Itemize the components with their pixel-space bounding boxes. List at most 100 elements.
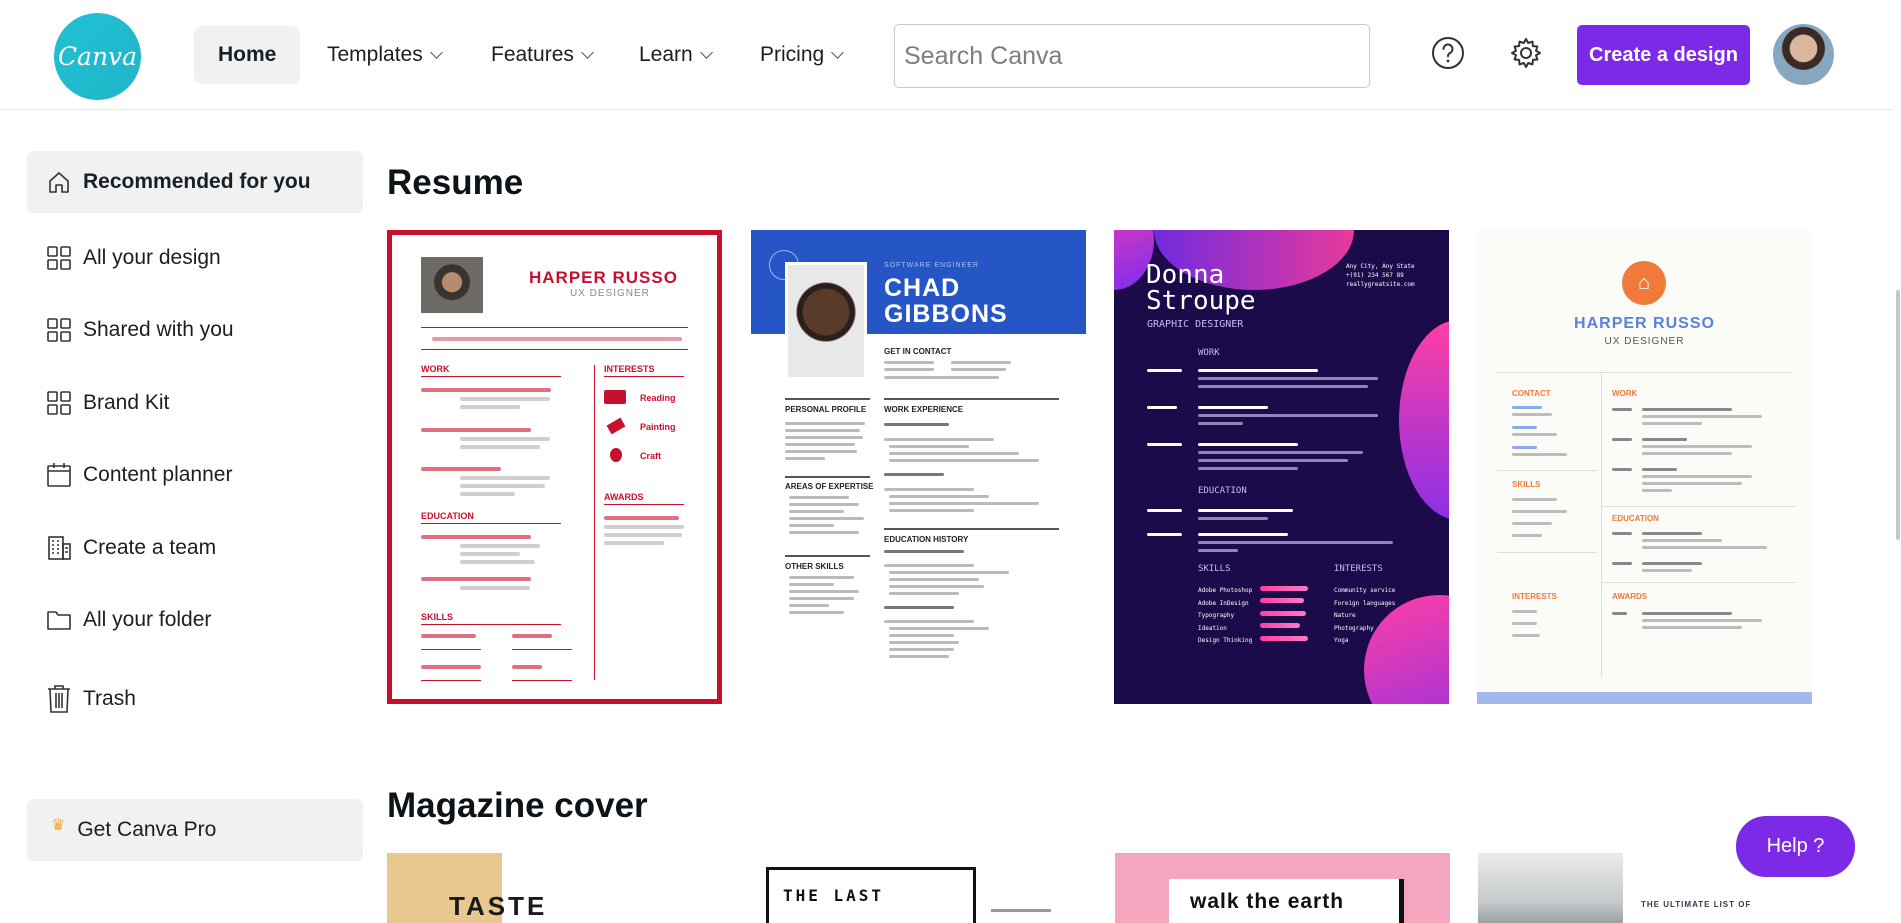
top-header: Canva Home Templates Features Learn Pric… <box>0 0 1901 110</box>
get-canva-pro-button[interactable]: ♛ Get Canva Pro <box>27 799 363 861</box>
nav-templates[interactable]: Templates <box>327 26 443 84</box>
sidebar-item-create-team[interactable]: Create a team <box>27 517 363 579</box>
sidebar-item-label: Brand Kit <box>83 391 170 414</box>
help-button[interactable]: Help ? <box>1736 816 1855 877</box>
nav-features-label: Features <box>491 43 574 66</box>
magazine-title: TASTE <box>449 891 548 921</box>
card-heading: INTERESTS <box>1334 564 1383 574</box>
magazine-template-taste[interactable]: TASTE <box>387 853 722 923</box>
card-heading: AWARDS <box>1612 592 1648 601</box>
home-icon <box>45 168 73 196</box>
pro-label: Get Canva Pro <box>77 818 217 841</box>
card-heading: SKILLS <box>1198 564 1231 574</box>
interest-label: Reading <box>640 393 676 403</box>
logo-badge-icon: ⌂ <box>1622 261 1666 305</box>
chevron-down-icon <box>699 45 713 59</box>
sidebar-item-folders[interactable]: All your folder <box>27 589 363 651</box>
resume-template-harper-blue[interactable]: ⌂ HARPER RUSSO UX DESIGNER CONTACT SKILL… <box>1477 230 1812 704</box>
sidebar-item-label: Create a team <box>83 536 217 559</box>
sidebar-item-brand-kit[interactable]: Brand Kit <box>27 372 363 434</box>
nav-learn[interactable]: Learn <box>639 26 713 84</box>
sidebar-item-label: Content planner <box>83 463 233 486</box>
resume-template-harper-red[interactable]: HARPER RUSSO UX DESIGNER WORK EDUCATION … <box>387 230 722 704</box>
profile-photo <box>421 257 483 313</box>
sidebar-item-recommended[interactable]: Recommended for you <box>27 151 363 213</box>
grid-icon <box>45 316 73 344</box>
nav-learn-label: Learn <box>639 43 693 66</box>
chevron-down-icon <box>831 45 845 59</box>
card-heading: EDUCATION <box>1198 486 1247 496</box>
card-heading: AWARDS <box>604 492 644 502</box>
building-icon <box>45 534 73 562</box>
create-design-button[interactable]: Create a design <box>1577 25 1750 85</box>
card-heading: EDUCATION <box>1612 514 1659 523</box>
sidebar-item-trash[interactable]: Trash <box>27 668 363 730</box>
interest-label: Craft <box>640 451 662 461</box>
sidebar-item-label: Recommended for you <box>83 170 311 193</box>
card-heading: AREAS OF EXPERTISE <box>785 482 874 491</box>
nav-pricing-label: Pricing <box>760 43 825 66</box>
sidebar-item-label: Shared with you <box>83 318 234 341</box>
section-title-resume: Resume <box>387 163 524 202</box>
card-heading: SKILLS <box>1512 480 1541 489</box>
resume-template-donna-stroupe[interactable]: Donna Stroupe GRAPHIC DESIGNER Any City, … <box>1114 230 1449 704</box>
card-name: Donna Stroupe <box>1146 260 1256 316</box>
card-heading: WORK EXPERIENCE <box>884 405 964 414</box>
sidebar-item-all-designs[interactable]: All your design <box>27 227 363 289</box>
grid-icon <box>45 244 73 272</box>
section-title-magazine: Magazine cover <box>387 786 648 825</box>
card-name: HARPER RUSSO <box>529 268 678 287</box>
card-name: CHAD GIBBONS <box>884 274 1008 328</box>
card-heading: INTERESTS <box>1512 592 1557 601</box>
card-role: GRAPHIC DESIGNER <box>1147 319 1244 330</box>
help-circle-icon[interactable] <box>1428 33 1468 73</box>
avatar[interactable] <box>1773 24 1834 85</box>
card-heading: EDUCATION HISTORY <box>884 535 969 544</box>
logo-text: Canva <box>57 42 138 71</box>
card-heading: OTHER SKILLS <box>785 562 844 571</box>
sidebar-item-label: All your folder <box>83 608 212 631</box>
card-heading: SKILLS <box>421 612 454 622</box>
sidebar-item-label: All your design <box>83 246 221 269</box>
grid-icon <box>45 389 73 417</box>
profile-photo <box>785 262 867 380</box>
card-contact: Any City, Any State +(91) 234 567 89 reall… <box>1346 263 1415 288</box>
card-role: UX DESIGNER <box>570 288 650 299</box>
sidebar-item-label: Trash <box>83 687 136 710</box>
interest-label: Painting <box>640 422 676 432</box>
magazine-template-the-last[interactable]: THE LAST <box>751 853 1086 923</box>
magazine-title: walk the earth <box>1190 890 1345 913</box>
nav-features[interactable]: Features <box>491 26 594 84</box>
card-heading: CONTACT <box>1512 389 1551 398</box>
card-role: UX DESIGNER <box>1604 336 1685 347</box>
nav-templates-label: Templates <box>327 43 423 66</box>
scrollbar-thumb[interactable] <box>1896 290 1900 540</box>
card-heading: EDUCATION <box>421 511 474 521</box>
card-role: SOFTWARE ENGINEER <box>884 262 979 269</box>
sidebar-item-shared[interactable]: Shared with you <box>27 299 363 361</box>
folder-icon <box>45 606 73 634</box>
resume-template-chad-gibbons[interactable]: SOFTWARE ENGINEER CHAD GIBBONS GET IN CON… <box>751 230 1086 704</box>
magazine-template-walk-the-earth[interactable]: walk the earth <box>1115 853 1450 923</box>
card-heading: INTERESTS <box>604 364 655 374</box>
interests-list: Community service Foreign languages Nature… <box>1334 587 1396 644</box>
nav-pricing[interactable]: Pricing <box>760 26 845 84</box>
magazine-title: THE ULTIMATE LIST OF <box>1641 900 1752 909</box>
card-heading: WORK <box>1198 348 1220 358</box>
sidebar-item-content-planner[interactable]: Content planner <box>27 444 363 506</box>
chevron-down-icon <box>429 45 443 59</box>
crown-icon: ♛ <box>51 817 66 834</box>
calendar-icon <box>45 461 73 489</box>
card-heading: WORK <box>421 364 450 374</box>
magazine-title: THE LAST <box>783 886 885 905</box>
canva-logo[interactable]: Canva <box>54 13 141 100</box>
card-name: HARPER RUSSO <box>1574 315 1715 332</box>
gear-icon[interactable] <box>1506 33 1546 73</box>
nav-home-label: Home <box>218 43 277 66</box>
nav-home[interactable]: Home <box>194 26 301 84</box>
search-input[interactable] <box>894 24 1370 88</box>
card-heading: WORK <box>1612 389 1638 398</box>
card-heading: GET IN CONTACT <box>884 347 952 356</box>
card-heading: PERSONAL PROFILE <box>785 405 867 414</box>
chevron-down-icon <box>581 45 594 59</box>
